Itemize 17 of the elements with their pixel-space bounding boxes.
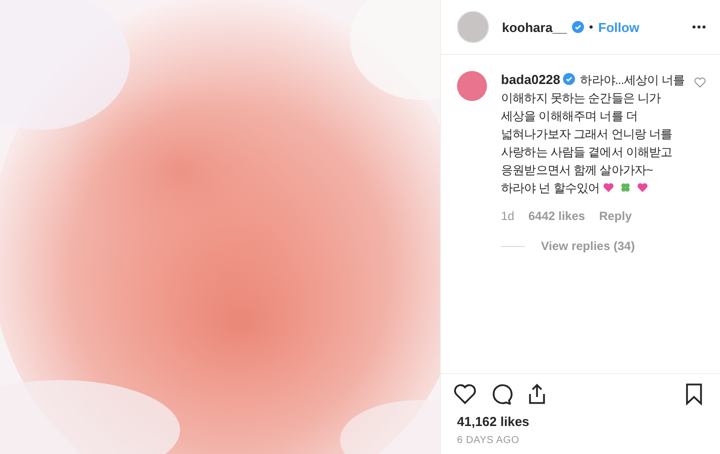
- username[interactable]: koohara__: [502, 20, 568, 34]
- separator: •: [589, 20, 594, 34]
- comment-time: 1d: [501, 209, 514, 223]
- comment-text: bada0228 하라야...세상이 너를 이해하지 못하는 순간들은 니가 세상을 이해해주며 너를 더 넓혀나가보자 그래서 언니랑 너를 사랑하는 사람들 곁에서 이해받고 응원받으면서 함께 살아가자~하라야 넌 할수있어: [501, 71, 686, 197]
- heart-icon: [602, 182, 614, 193]
- heart-icon: [636, 182, 648, 193]
- like-icon[interactable]: [453, 382, 477, 406]
- view-replies-button[interactable]: View replies (34): [541, 239, 635, 253]
- post-date: 6 DAYS AGO: [456, 435, 520, 448]
- like-count[interactable]: 41,162 likes: [441, 410, 720, 435]
- comment-likes[interactable]: 6442 likes: [528, 209, 586, 223]
- avatar[interactable]: [457, 71, 487, 101]
- reply-button[interactable]: Reply: [599, 209, 632, 223]
- username[interactable]: bada0228: [501, 72, 560, 87]
- clover-icon: [620, 182, 631, 193]
- follow-button[interactable]: Follow: [598, 20, 640, 34]
- more-icon[interactable]: [692, 25, 706, 29]
